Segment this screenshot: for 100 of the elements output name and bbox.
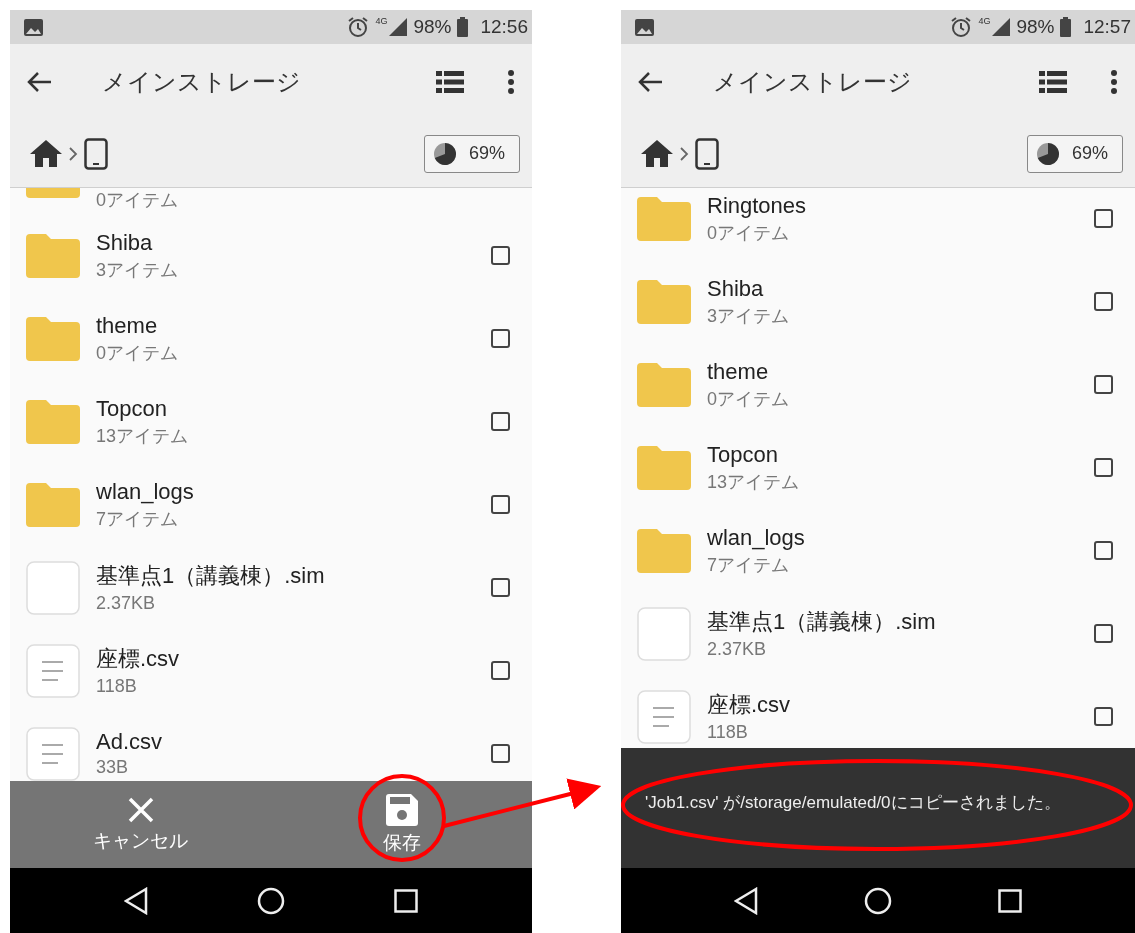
file-name[interactable]: 基準点1（講義棟）.sim [96, 561, 475, 591]
item-count: 0アイテム [96, 189, 179, 212]
list-view-icon[interactable] [1039, 71, 1067, 93]
item-count: 0アイテム [707, 387, 790, 411]
file-icon [637, 606, 691, 661]
battery-percent: 98% [1016, 16, 1055, 38]
save-icon [385, 793, 418, 826]
file-name[interactable]: 座標.csv [707, 690, 1078, 720]
item-count: 13アイテム [96, 424, 190, 448]
battery-percent: 98% [413, 16, 452, 38]
clock-time: 12:56 [480, 16, 528, 38]
file-name[interactable]: 座標.csv [96, 644, 475, 674]
save-button[interactable]: 保存 [271, 781, 532, 868]
image-icon [24, 18, 43, 36]
file-name[interactable]: Topcon [707, 441, 1078, 468]
home-circle-icon[interactable] [257, 886, 285, 915]
checkbox[interactable] [491, 246, 510, 265]
folder-icon [637, 196, 691, 241]
folder-icon [26, 399, 80, 444]
item-count: 3アイテム [707, 304, 790, 328]
checkbox[interactable] [491, 495, 510, 514]
folder-icon [26, 233, 80, 278]
file-name[interactable]: theme [96, 312, 475, 339]
file-name[interactable]: theme [707, 358, 1078, 385]
checkbox[interactable] [1094, 624, 1113, 643]
folder-icon [26, 188, 80, 198]
back-arrow-icon[interactable] [637, 71, 663, 93]
checkbox[interactable] [1094, 292, 1113, 311]
storage-usage-button[interactable]: 69% [1026, 134, 1123, 173]
checkbox[interactable] [491, 744, 510, 763]
back-icon[interactable] [124, 886, 149, 915]
back-arrow-icon[interactable] [26, 71, 52, 93]
recents-icon[interactable] [393, 888, 418, 913]
close-icon [126, 795, 155, 824]
more-icon[interactable] [508, 70, 514, 94]
folder-icon [26, 316, 80, 361]
file-name[interactable]: Shiba [707, 275, 1078, 302]
storage-usage-button[interactable]: 69% [423, 134, 520, 173]
file-icon [26, 560, 80, 615]
checkbox[interactable] [491, 412, 510, 431]
file-name[interactable]: Shiba [96, 229, 475, 256]
checkbox[interactable] [1094, 541, 1113, 560]
folder-icon [637, 445, 691, 490]
more-icon[interactable] [1111, 70, 1117, 94]
folder-icon [637, 279, 691, 324]
screen-title: メインストレージ [713, 67, 913, 97]
checkbox[interactable] [1094, 209, 1113, 228]
pie-chart-icon [1035, 141, 1060, 166]
battery-icon [457, 17, 469, 37]
checkbox[interactable] [1094, 707, 1113, 726]
home-circle-icon[interactable] [864, 886, 892, 915]
home-icon[interactable] [30, 140, 62, 167]
checkbox[interactable] [491, 661, 510, 680]
item-count: 0アイテム [96, 341, 179, 365]
file-name[interactable]: 基準点1（講義棟）.sim [707, 607, 1078, 637]
item-count: 7アイテム [707, 553, 790, 577]
file-size: 33B [96, 757, 130, 778]
item-count: 13アイテム [707, 470, 801, 494]
checkbox[interactable] [1094, 458, 1113, 477]
screen-title: メインストレージ [102, 67, 302, 97]
snackbar-message: 'Job1.csv' が/storage/emulated/0にコピーされました。 [645, 792, 1061, 814]
battery-icon [1060, 17, 1072, 37]
network-label: 4G [978, 16, 991, 26]
item-count: 7アイテム [96, 507, 179, 531]
file-size: 2.37KB [96, 593, 157, 614]
item-count: 0アイテム [707, 221, 790, 245]
item-count: 3アイテム [96, 258, 179, 282]
network-label: 4G [375, 16, 388, 26]
clock-time: 12:57 [1083, 16, 1131, 38]
text-file-icon [637, 689, 691, 744]
phone-icon[interactable] [695, 137, 719, 170]
pie-chart-icon [432, 141, 457, 166]
file-name[interactable]: Ringtones [707, 192, 1078, 219]
cancel-button[interactable]: キャンセル [10, 781, 271, 868]
file-size: 118B [707, 722, 749, 743]
home-icon[interactable] [641, 140, 673, 167]
text-file-icon [26, 643, 80, 698]
checkbox[interactable] [491, 578, 510, 597]
phone-icon[interactable] [84, 137, 108, 170]
file-name[interactable]: Ad.csv [96, 729, 475, 755]
alarm-icon [347, 16, 370, 38]
folder-icon [637, 362, 691, 407]
checkbox[interactable] [491, 329, 510, 348]
file-name[interactable]: Topcon [96, 395, 475, 422]
folder-icon [637, 528, 691, 573]
recents-icon[interactable] [998, 888, 1022, 913]
file-size: 118B [96, 676, 138, 697]
image-icon [635, 18, 654, 36]
chevron-icon [679, 145, 689, 162]
file-size: 2.37KB [707, 639, 768, 660]
back-icon[interactable] [734, 886, 758, 915]
list-view-icon[interactable] [436, 71, 464, 93]
file-name[interactable]: wlan_logs [707, 524, 1078, 551]
folder-icon [26, 482, 80, 527]
signal-icon [389, 18, 408, 36]
chevron-icon [68, 145, 78, 162]
checkbox[interactable] [1094, 375, 1113, 394]
signal-icon [992, 18, 1011, 36]
file-name[interactable]: wlan_logs [96, 478, 475, 505]
alarm-icon [950, 16, 973, 38]
